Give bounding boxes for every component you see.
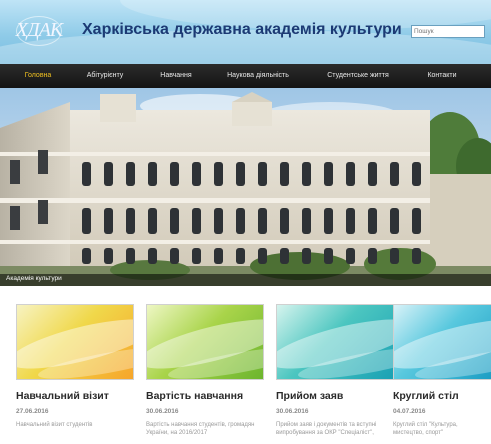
building-window [346,248,355,264]
nav-item-home[interactable]: Головна [25,64,52,88]
building-window [324,248,333,264]
building-window [302,248,311,264]
building-window [302,208,311,234]
news-card[interactable]: Прийом заяв 30.06.2016 Прийом заяв і док… [276,304,394,436]
building-window [258,162,267,186]
news-title[interactable]: Вартість навчання [146,390,243,402]
building-window [170,162,179,186]
main-nav: Головна Абітурієнту Навчання Наукова дія… [0,64,491,88]
hero-caption: Академія культури [0,274,491,286]
building-window [390,248,399,264]
building-window [258,208,267,234]
building-window [368,248,377,264]
news-excerpt: Прийом заяв і документів та вступні випр… [276,422,377,436]
building-window [104,248,113,264]
building-window [170,248,179,264]
news-excerpt: Вартість навчання студентів, громадян Ук… [146,422,255,436]
building-window [346,162,355,186]
building-window [148,162,157,186]
building-window [214,248,223,264]
nav-item-student-life[interactable]: Студентське життя [327,64,389,88]
building-window [192,248,201,264]
news-title[interactable]: Навчальний візит [16,390,109,402]
news-thumbnail[interactable] [393,304,491,380]
news-card[interactable]: Навчальний візит 27.06.2016 Навчальний в… [16,304,134,428]
building-window [236,208,245,234]
building-window [412,208,421,234]
building-window [82,162,91,186]
academy-building-photo [0,88,491,286]
building-window [126,162,135,186]
building-window [236,162,245,186]
news-thumbnail[interactable] [276,304,394,380]
logo[interactable]: ХДАК [10,14,68,46]
news-title[interactable]: Круглий стіл [393,390,459,402]
building-window [10,206,20,230]
building-window [104,162,113,186]
news-title[interactable]: Прийом заяв [276,390,343,402]
news-excerpt: Круглий стіл "Культура, мистецтво, спорт… [393,422,458,436]
building-window [324,162,333,186]
news-thumbnail[interactable] [146,304,264,380]
building-window [368,162,377,186]
logo-ring [16,16,62,46]
building-window [192,208,201,234]
nav-item-applicant[interactable]: Абітурієнту [87,64,124,88]
news-card[interactable]: Вартість навчання 30.06.2016 Вартість на… [146,304,264,436]
building-window [280,208,289,234]
building-window [104,208,113,234]
building-window [82,248,91,264]
building-window [280,248,289,264]
building-window [390,162,399,186]
building-window [192,162,201,186]
building-window [38,150,48,174]
news-excerpt: Навчальний візит студентів [16,422,93,428]
search-input[interactable] [411,25,485,38]
building-window [412,162,421,186]
building-window [126,208,135,234]
building-window [412,248,421,264]
building-window [38,200,48,224]
news-date: 30.06.2016 [146,408,179,415]
building-window [82,208,91,234]
site-title[interactable]: Харківська державна академія культури [82,21,402,39]
building-window [126,248,135,264]
building-window [324,208,333,234]
nav-item-contacts[interactable]: Контакти [427,64,456,88]
building-window [258,248,267,264]
news-date: 30.06.2016 [276,408,309,415]
news-date: 04.07.2016 [393,408,426,415]
news-date: 27.06.2016 [16,408,49,415]
building-window [214,162,223,186]
nav-item-research[interactable]: Наукова діяльність [227,64,289,88]
building-window [148,248,157,264]
building-window [148,208,157,234]
building-window [214,208,223,234]
building-window [280,162,289,186]
building-window [346,208,355,234]
hero-image[interactable] [0,88,491,286]
news-thumbnail[interactable] [16,304,134,380]
site-header: ХДАК Харківська державна академія культу… [0,0,491,64]
building-window [170,208,179,234]
building-window [10,160,20,184]
hero-caption-text: Академія культури [6,275,62,282]
news-card[interactable]: Круглий стіл 04.07.2016 Круглий стіл "Ку… [393,304,491,436]
building-window [302,162,311,186]
building-window [368,208,377,234]
building-window [390,208,399,234]
nav-item-education[interactable]: Навчання [160,64,191,88]
building-window [236,248,245,264]
